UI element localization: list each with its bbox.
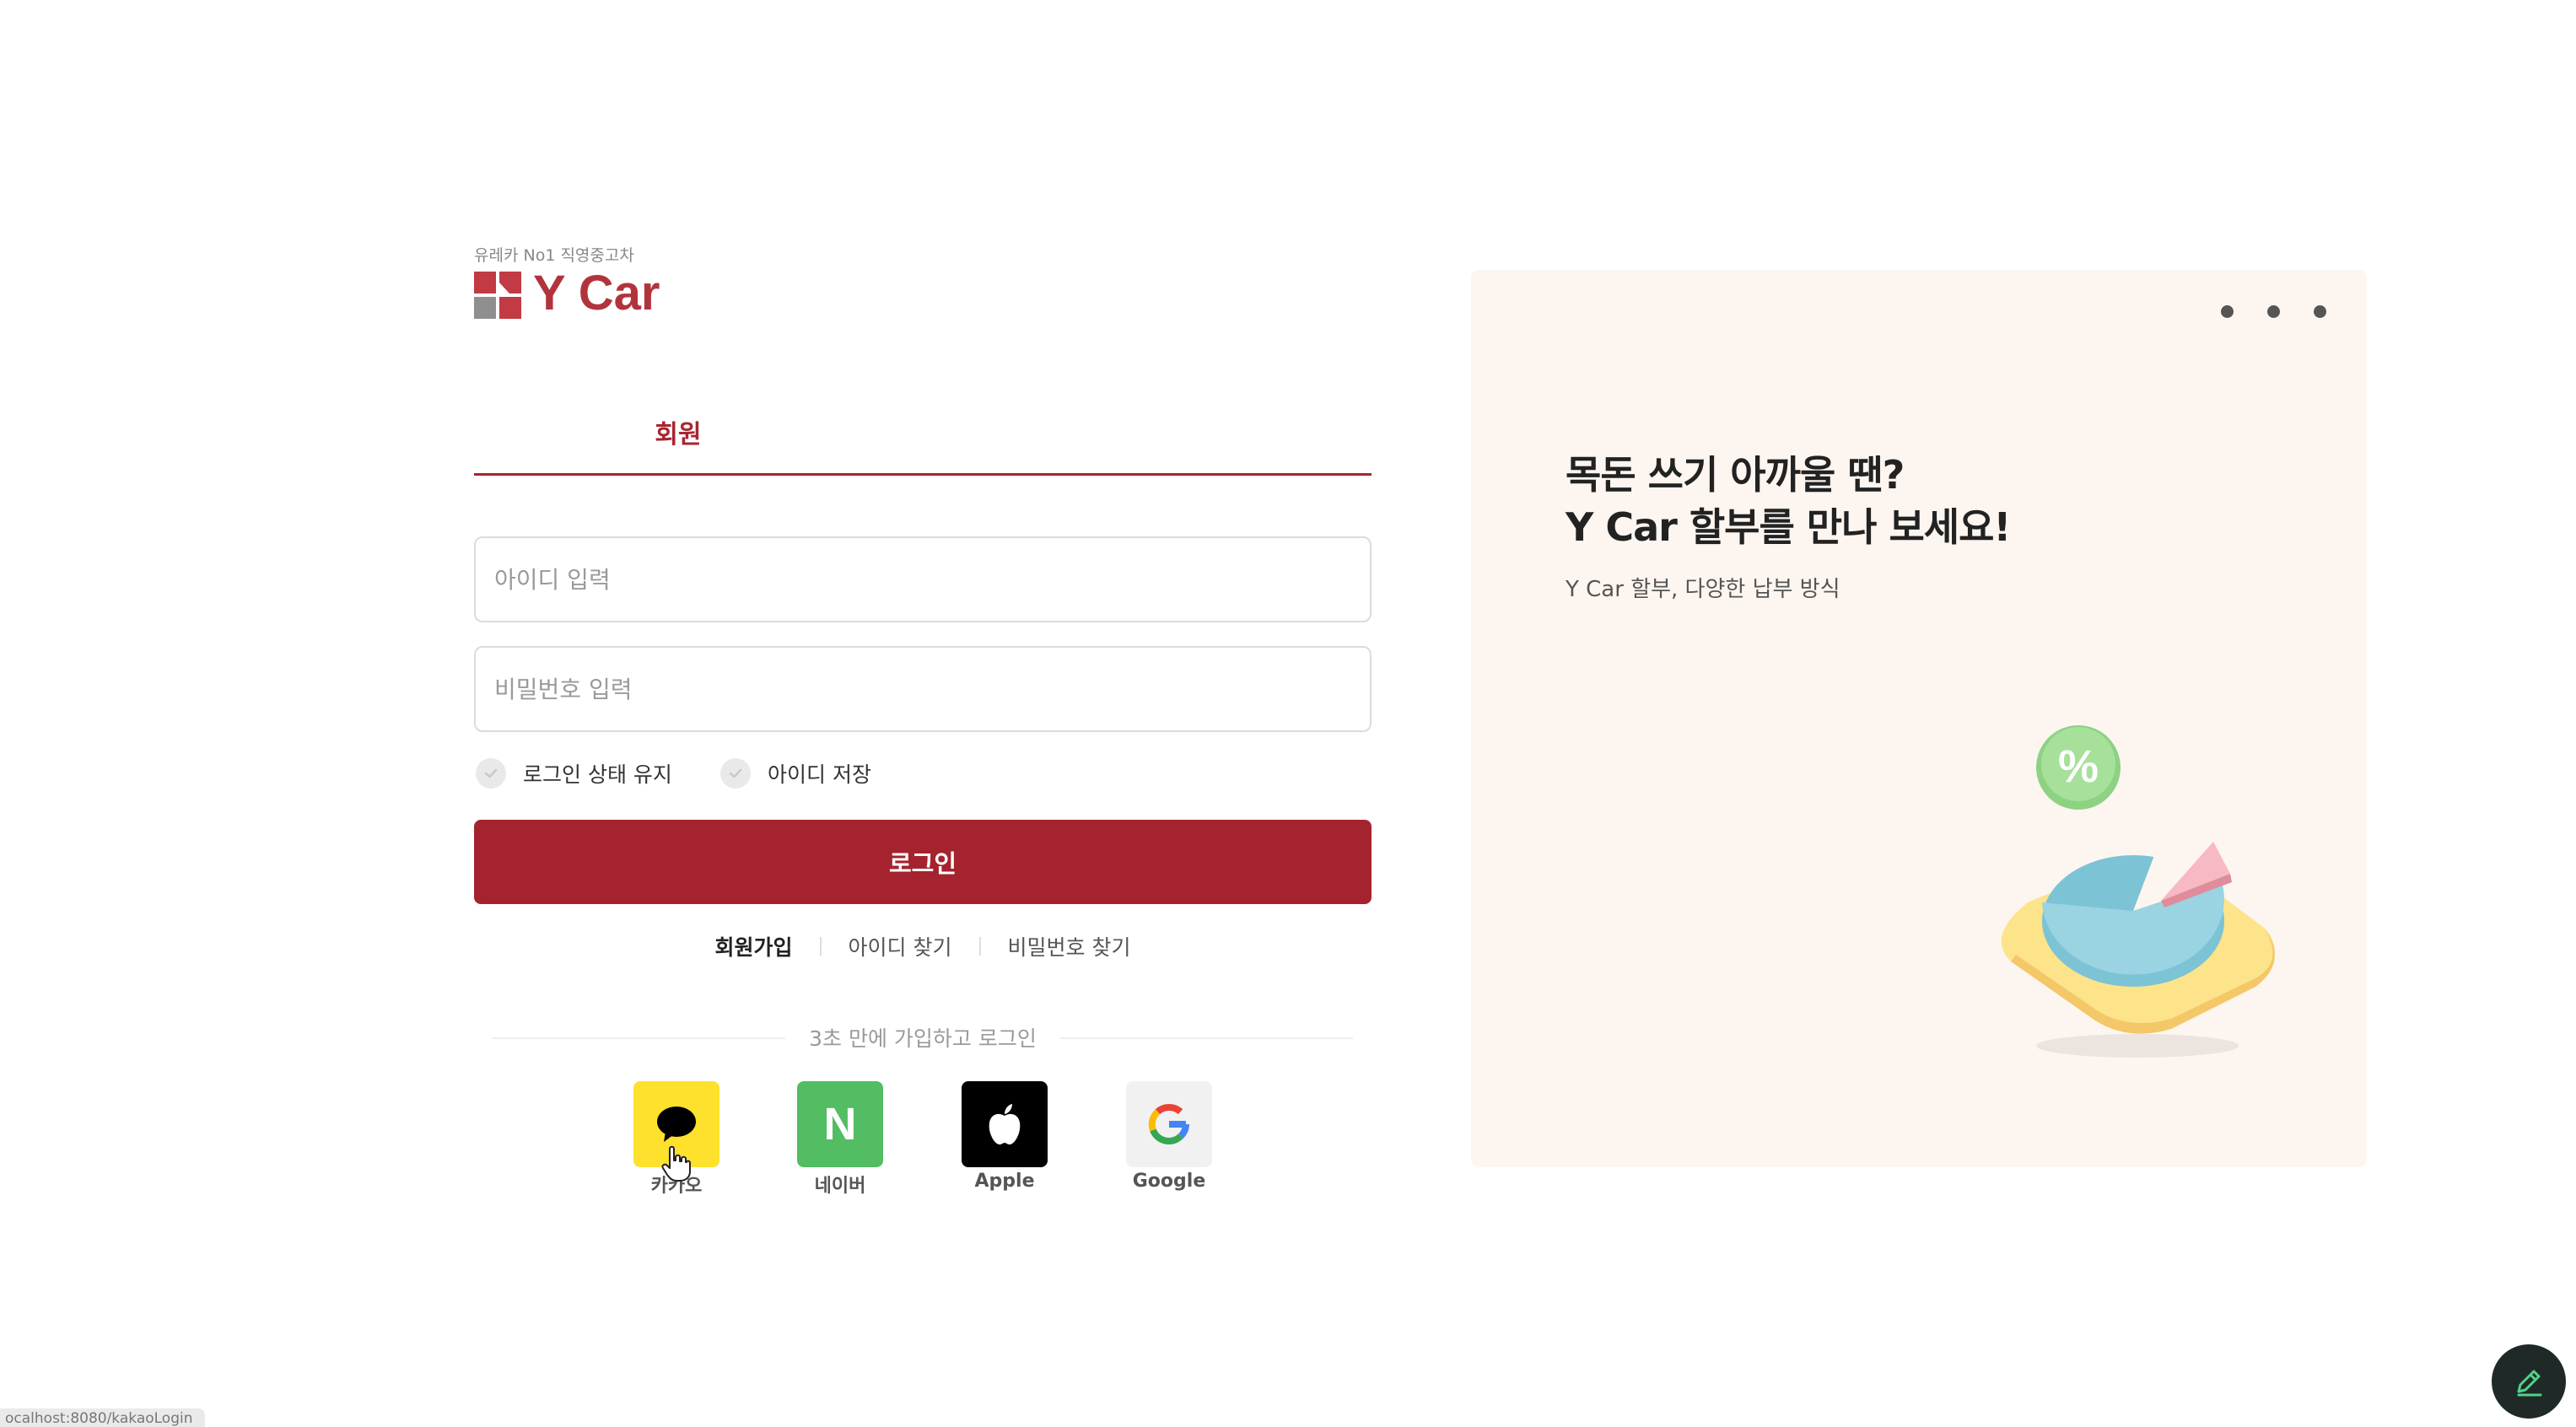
- check-icon: [476, 758, 506, 789]
- edit-fab-button[interactable]: [2492, 1344, 2566, 1419]
- login-tab-bar: 회원: [474, 390, 1372, 476]
- naver-label: 네이버: [814, 1176, 866, 1197]
- login-button[interactable]: 로그인: [474, 820, 1372, 904]
- promo-banner: 목돈 쓰기 아까울 땐? Y Car 할부를 만나 보세요! Y Car 할부,…: [1471, 270, 2367, 1167]
- signup-link[interactable]: 회원가입: [715, 931, 793, 961]
- banner-title: 목돈 쓰기 아까울 땐? Y Car 할부를 만나 보세요!: [1566, 449, 2011, 553]
- tab-member[interactable]: 회원: [474, 390, 882, 473]
- logo-mark-icon: [474, 272, 521, 319]
- banner-title-line1: 목돈 쓰기 아까울 땐?: [1566, 452, 1905, 498]
- save-id-label: 아이디 저장: [768, 762, 871, 787]
- naver-login-button[interactable]: N 네이버: [797, 1081, 883, 1198]
- password-input[interactable]: [474, 646, 1372, 732]
- carousel-dots: [2221, 305, 2326, 318]
- apple-label: Apple: [974, 1171, 1035, 1192]
- percent-badge: %: [2057, 741, 2099, 792]
- banner-title-line2: Y Car 할부를 만나 보세요!: [1566, 504, 2011, 550]
- find-password-link[interactable]: 비밀번호 찾기: [1008, 931, 1131, 961]
- carousel-dot[interactable]: [2221, 305, 2234, 318]
- carousel-dot[interactable]: [2314, 305, 2326, 318]
- naver-mark: N: [823, 1099, 857, 1150]
- logo-name: Y Car: [533, 266, 660, 320]
- keep-login-label: 로그인 상태 유지: [523, 762, 672, 787]
- installment-illustration: %: [1952, 708, 2323, 1113]
- google-login-button[interactable]: Google: [1126, 1081, 1212, 1192]
- link-divider: [978, 937, 981, 956]
- link-divider: [819, 937, 822, 956]
- pencil-icon: [2517, 1370, 2542, 1397]
- hand-cursor-icon: [661, 1145, 691, 1182]
- find-id-link[interactable]: 아이디 찾기: [849, 931, 952, 961]
- banner-subtitle: Y Car 할부, 다양한 납부 방식: [1566, 577, 1840, 602]
- apple-icon: [962, 1081, 1048, 1167]
- save-id-checkbox[interactable]: 아이디 저장: [720, 757, 871, 789]
- social-caption: 3초 만에 가입하고 로그인: [785, 1022, 1060, 1053]
- google-icon: [1126, 1081, 1212, 1167]
- id-input[interactable]: [474, 536, 1372, 622]
- check-icon: [720, 758, 751, 789]
- google-label: Google: [1132, 1171, 1206, 1192]
- keep-login-checkbox[interactable]: 로그인 상태 유지: [476, 757, 672, 789]
- naver-icon: N: [797, 1081, 883, 1167]
- account-links: 회원가입 아이디 찾기 비밀번호 찾기: [474, 928, 1372, 965]
- carousel-dot[interactable]: [2267, 305, 2280, 318]
- status-bar-url: ocalhost:8080/kakaoLogin: [0, 1408, 205, 1427]
- apple-login-button[interactable]: Apple: [962, 1081, 1048, 1192]
